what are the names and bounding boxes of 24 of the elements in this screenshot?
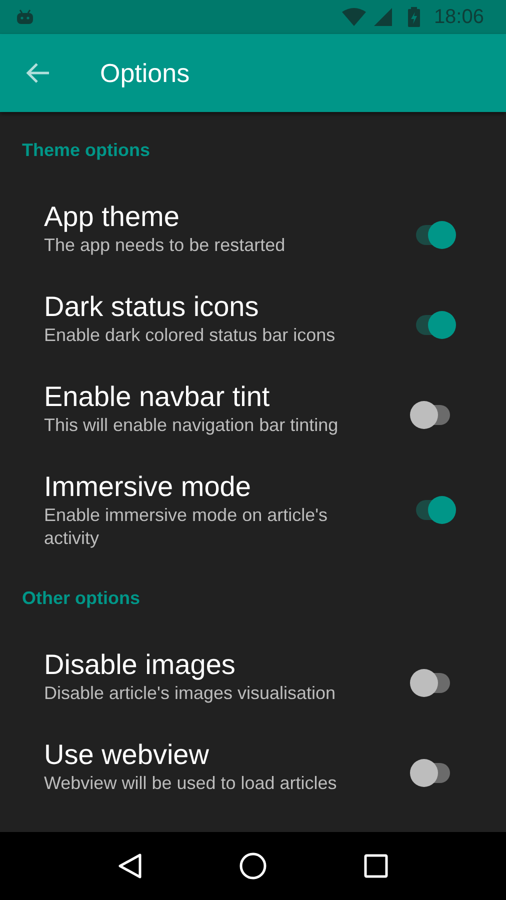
signal-icon xyxy=(374,8,392,26)
android-icon xyxy=(16,9,34,25)
setting-title: Enable navbar tint xyxy=(44,380,271,414)
section-header: Theme options xyxy=(21,139,152,162)
recents-icon[interactable] xyxy=(364,854,388,878)
section-header: Other options xyxy=(21,587,141,610)
setting-description: This will enable navigation bar tinting xyxy=(44,414,340,437)
setting-title: App theme xyxy=(44,200,180,234)
battery-icon xyxy=(408,7,420,27)
setting-title: Use webview xyxy=(44,738,210,772)
setting-description: Enable immersive mode on article's activity xyxy=(44,504,329,550)
setting-description: The app needs to be restarted xyxy=(44,234,286,257)
setting-description: Webview will be used to load articles xyxy=(44,772,338,795)
wifi-icon xyxy=(342,8,366,26)
toolbar-title: Options xyxy=(100,58,190,88)
back-icon[interactable] xyxy=(118,853,142,879)
home-icon[interactable] xyxy=(238,852,267,880)
setting-title: Dark status icons xyxy=(44,290,260,324)
setting-title: Disable images xyxy=(44,648,236,682)
setting-description: Enable dark colored status bar icons xyxy=(44,324,336,347)
back-arrow-icon[interactable] xyxy=(26,62,50,84)
clock-time: 18:06 xyxy=(434,6,484,28)
setting-title: Immersive mode xyxy=(44,470,252,504)
setting-description: Disable article's images visualisation xyxy=(44,682,337,705)
